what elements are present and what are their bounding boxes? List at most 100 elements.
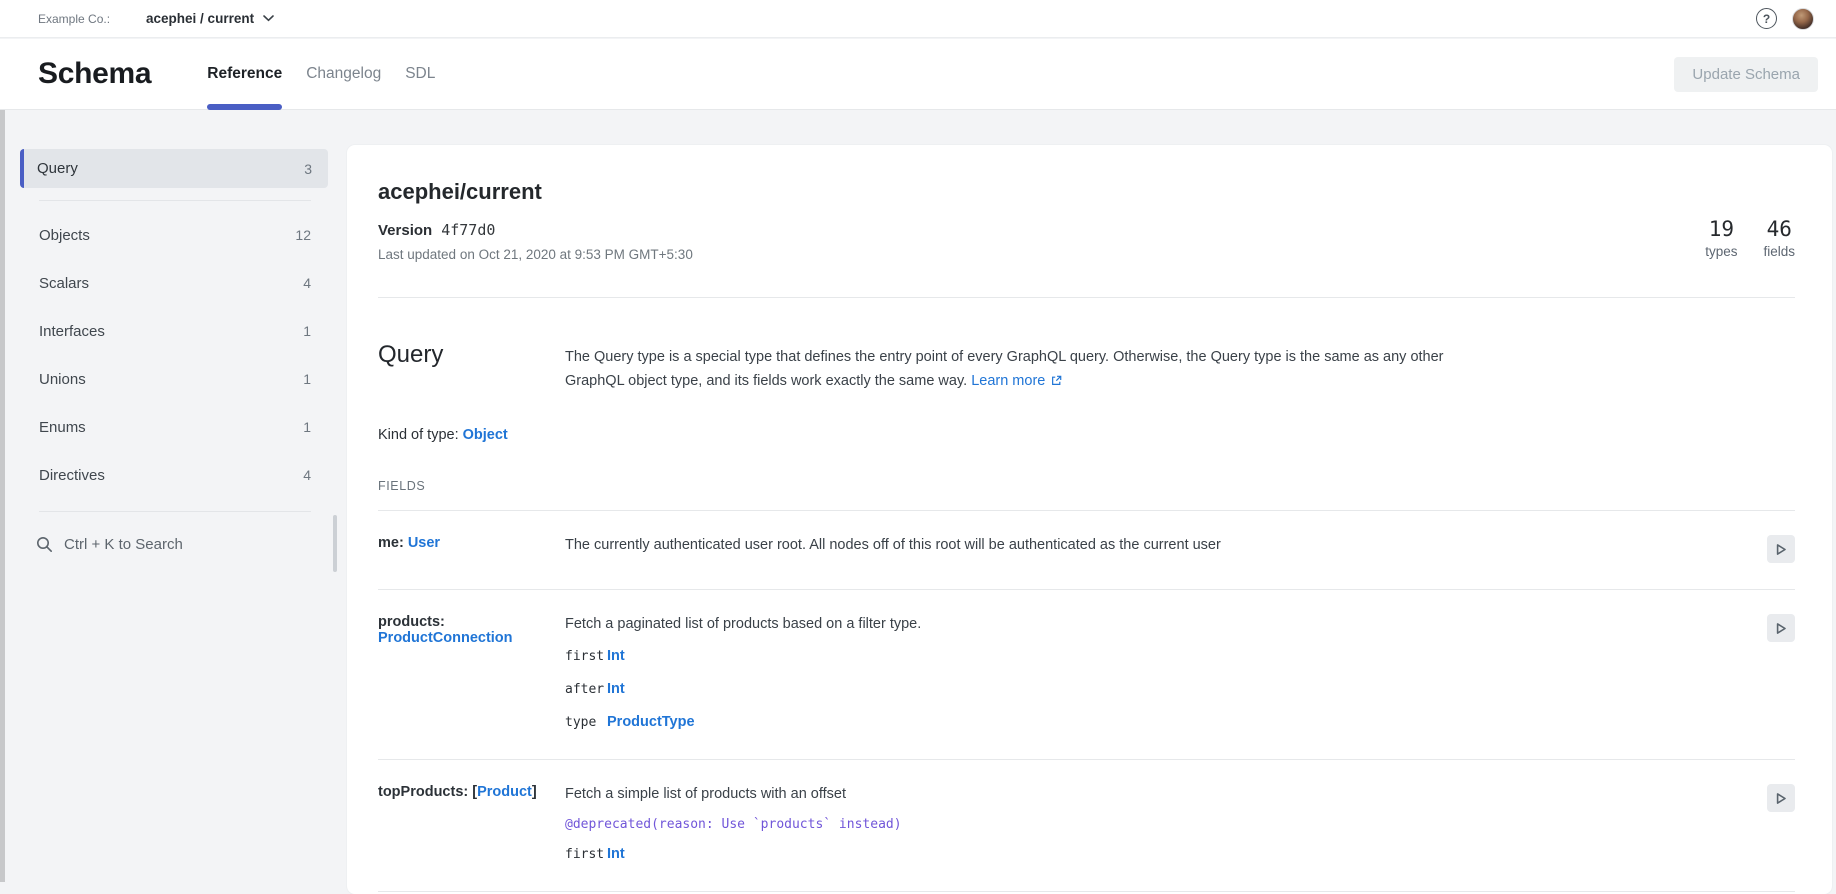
sidebar-item-label: Interfaces: [39, 323, 105, 340]
field-description: Fetch a paginated list of products based…: [565, 614, 1500, 634]
schema-stats: 19 types 46 fields: [1705, 217, 1795, 259]
sidebar-item-unions[interactable]: Unions 1: [20, 355, 328, 403]
arg-name: after: [565, 682, 607, 697]
field-name: products: ProductConnection: [378, 614, 565, 733]
sidebar-item-label: Enums: [39, 419, 86, 436]
top-bar: Example Co.: acephei / current ?: [0, 0, 1836, 38]
play-icon: [1775, 792, 1787, 805]
stat-fields-value: 46: [1763, 217, 1795, 241]
type-description: The Query type is a special type that de…: [565, 346, 1500, 394]
stat-fields-label: fields: [1763, 244, 1795, 259]
sidebar-item-scalars[interactable]: Scalars 4: [20, 259, 328, 307]
sidebar-item-count: 1: [303, 323, 311, 339]
sidebar-item-count: 4: [303, 467, 311, 483]
arg-row: after Int: [565, 681, 1500, 700]
field-name: me: User: [378, 535, 565, 563]
last-updated: Last updated on Oct 21, 2020 at 9:53 PM …: [378, 247, 1795, 262]
stat-types-label: types: [1705, 244, 1737, 259]
field-row-me: me: User The currently authenticated use…: [378, 510, 1795, 589]
field-row-topproducts: topProducts: [Product] Fetch a simple li…: [378, 759, 1795, 891]
sidebar-divider: [39, 200, 311, 201]
run-field-button[interactable]: [1767, 535, 1795, 563]
field-body: Fetch a simple list of products with an …: [565, 784, 1500, 865]
schema-search-trigger[interactable]: Ctrl + K to Search: [20, 520, 328, 568]
sidebar-item-count: 1: [303, 371, 311, 387]
sidebar-divider: [39, 511, 311, 512]
sidebar-item-label: Directives: [39, 467, 105, 484]
update-schema-button[interactable]: Update Schema: [1674, 57, 1818, 92]
kind-of-type-row: Kind of type: Object: [378, 427, 1795, 443]
sidebar-item-enums[interactable]: Enums 1: [20, 403, 328, 451]
sidebar-item-directives[interactable]: Directives 4: [20, 451, 328, 499]
sidebar-item-count: 1: [303, 419, 311, 435]
graph-selector-label: acephei / current: [146, 11, 254, 26]
stat-types: 19 types: [1705, 217, 1737, 259]
arg-type-link[interactable]: ProductType: [607, 714, 695, 730]
avatar[interactable]: [1792, 8, 1814, 30]
field-body: The currently authenticated user root. A…: [565, 535, 1500, 563]
arg-row: first Int: [565, 648, 1500, 667]
sidebar-item-count: 4: [303, 275, 311, 291]
type-name: Query: [378, 341, 565, 369]
type-documentation: Query The Query type is a special type t…: [347, 346, 1832, 894]
field-type-link[interactable]: User: [408, 535, 440, 551]
sidebar-item-label: Objects: [39, 227, 90, 244]
graph-title: acephei/current: [378, 179, 1795, 205]
kind-label: Kind of type:: [378, 427, 463, 443]
type-header: Query The Query type is a special type t…: [378, 346, 1795, 394]
schema-sidebar: Query 3 Objects 12 Scalars 4 Interfaces …: [20, 149, 328, 568]
tab-changelog[interactable]: Changelog: [306, 39, 381, 109]
page-header: Schema Reference Changelog SDL Update Sc…: [0, 39, 1836, 110]
section-divider: [378, 297, 1795, 298]
arg-name: first: [565, 847, 607, 862]
arg-name: first: [565, 649, 607, 664]
sidebar-item-objects[interactable]: Objects 12: [20, 211, 328, 259]
arg-row: first Int: [565, 846, 1500, 865]
play-icon: [1775, 622, 1787, 635]
field-row-products: products: ProductConnection Fetch a pagi…: [378, 589, 1795, 759]
stat-fields: 46 fields: [1763, 217, 1795, 259]
field-args: first Int after Int type ProductType: [565, 648, 1500, 733]
schema-reference-card: acephei/current Version 4f77d0 Last upda…: [347, 145, 1832, 894]
sidebar-item-label: Query: [37, 160, 78, 177]
content-area: Query 3 Objects 12 Scalars 4 Interfaces …: [0, 110, 1836, 882]
topbar-right: ?: [1756, 8, 1814, 30]
field-name: topProducts: [Product]: [378, 784, 565, 865]
sidebar-scrollbar[interactable]: [333, 515, 337, 572]
arg-row: type ProductType: [565, 714, 1500, 733]
sidebar-item-label: Unions: [39, 371, 86, 388]
graph-selector-dropdown[interactable]: acephei / current: [146, 11, 274, 26]
sidebar-item-interfaces[interactable]: Interfaces 1: [20, 307, 328, 355]
learn-more-link[interactable]: Learn more: [971, 373, 1062, 389]
org-label: Example Co.:: [38, 12, 110, 26]
tab-bar: Reference Changelog SDL: [207, 39, 435, 109]
arg-type-link[interactable]: Int: [607, 681, 625, 697]
sidebar-list: Objects 12 Scalars 4 Interfaces 1 Unions…: [20, 211, 328, 499]
chevron-down-icon: [263, 15, 274, 22]
window-scrollbar[interactable]: [0, 110, 5, 882]
version-label: Version: [378, 222, 432, 239]
kind-value-link[interactable]: Object: [463, 427, 508, 443]
field-body: Fetch a paginated list of products based…: [565, 614, 1500, 733]
run-field-button[interactable]: [1767, 784, 1795, 812]
arg-type-link[interactable]: Int: [607, 846, 625, 862]
tab-reference[interactable]: Reference: [207, 39, 282, 109]
play-icon: [1775, 543, 1787, 556]
stat-types-value: 19: [1705, 217, 1737, 241]
field-type-link[interactable]: Product: [477, 784, 532, 800]
field-description: Fetch a simple list of products with an …: [565, 784, 1500, 804]
field-args: first Int: [565, 846, 1500, 865]
run-field-button[interactable]: [1767, 614, 1795, 642]
sidebar-item-count: 3: [304, 161, 312, 177]
tab-sdl[interactable]: SDL: [405, 39, 435, 109]
deprecated-annotation: @deprecated(reason: Use `products` inste…: [565, 817, 1500, 832]
field-type-link[interactable]: ProductConnection: [378, 630, 513, 646]
arg-type-link[interactable]: Int: [607, 648, 625, 664]
sidebar-item-label: Scalars: [39, 275, 89, 292]
search-icon: [36, 536, 53, 553]
help-icon[interactable]: ?: [1756, 8, 1777, 29]
graph-header: acephei/current Version 4f77d0 Last upda…: [347, 145, 1832, 298]
sidebar-item-query[interactable]: Query 3: [20, 149, 328, 188]
version-value: 4f77d0: [441, 221, 495, 239]
search-hint: Ctrl + K to Search: [64, 536, 183, 553]
